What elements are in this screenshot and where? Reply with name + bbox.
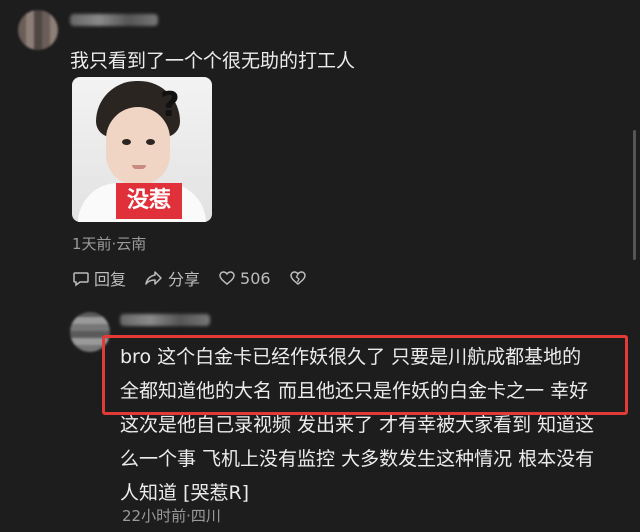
heart-icon [219, 271, 235, 285]
comment-meta: 1天前·云南 [72, 235, 147, 253]
dislike-button[interactable] [289, 269, 311, 287]
share-label: 分享 [168, 270, 201, 289]
reply-button[interactable]: 回复 [72, 266, 126, 290]
share-icon [145, 271, 162, 285]
broken-heart-icon [289, 271, 306, 285]
comment-line: 么一个事 飞机上没有监控 大多数发生这种情况 根本没有 [120, 448, 595, 470]
comment-image[interactable]: ? 没惹 [72, 77, 212, 222]
image-eye-left [122, 139, 131, 145]
like-count: 506 [240, 268, 271, 288]
image-caption-badge: 没惹 [116, 183, 182, 219]
comment-actions: 回复 分享 506 [72, 266, 329, 290]
commenter-username-blurred[interactable] [120, 314, 210, 326]
reply-icon [73, 272, 89, 287]
scrollbar[interactable] [633, 130, 636, 260]
like-button[interactable]: 506 [218, 269, 271, 288]
comment-meta: 22小时前·四川 [122, 507, 221, 525]
question-mark: ? [160, 85, 180, 125]
image-mouth [132, 165, 146, 169]
commenter-username-blurred[interactable] [70, 14, 158, 26]
image-eye-right [146, 139, 155, 145]
share-button[interactable]: 分享 [144, 266, 200, 290]
commenter-avatar[interactable] [18, 10, 58, 50]
reply-label: 回复 [94, 270, 127, 289]
highlight-annotation-box [102, 335, 628, 415]
comment-text: 我只看到了一个个很无助的打工人 [70, 50, 356, 72]
